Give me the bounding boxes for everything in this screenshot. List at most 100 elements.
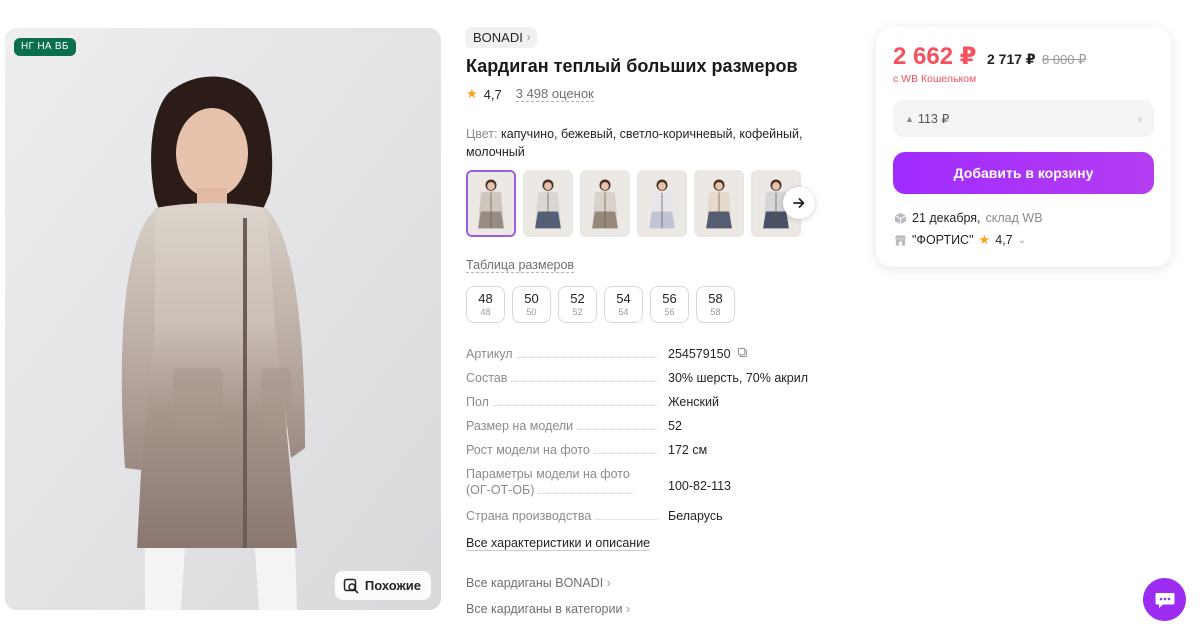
- price-card: 2 662 ₽ 2 717 ₽ 8 000 ₽ с WB Кошельком ▲…: [876, 27, 1171, 267]
- reviews-link[interactable]: 3 498 оценок: [515, 86, 594, 102]
- similar-button[interactable]: Похожие: [334, 571, 431, 600]
- thumbnails-next-button[interactable]: [783, 187, 815, 219]
- brand-name: BONADI: [473, 30, 523, 45]
- size-value: 48: [478, 290, 493, 306]
- dotted-leader: [577, 429, 658, 430]
- delivery-info: 21 декабря, склад WB: [894, 211, 1043, 225]
- color-thumbnail[interactable]: [523, 170, 573, 237]
- thumbnail-image: [696, 172, 742, 235]
- similar-label: Похожие: [364, 578, 421, 593]
- size-value: 58: [708, 290, 723, 306]
- color-thumbnail[interactable]: [637, 170, 687, 237]
- thumbnail-image: [468, 172, 514, 235]
- chat-button[interactable]: [1143, 578, 1186, 621]
- triangle-up-icon: ▲: [905, 113, 914, 124]
- spec-key: Состав: [466, 371, 508, 385]
- seller-info[interactable]: "ФОРТИС" ★ 4,7 ⌄: [894, 232, 1026, 248]
- search-image-icon: [343, 578, 359, 593]
- color-values: капучино, бежевый, светло-коричневый, ко…: [466, 127, 803, 159]
- size-option[interactable]: 54 54: [604, 286, 643, 323]
- size-ru-value: 50: [526, 306, 537, 317]
- price-old: 8 000 ₽: [1042, 52, 1087, 67]
- dotted-leader: [595, 519, 658, 520]
- thumbnail-image: [525, 172, 571, 235]
- wallet-note: с WB Кошельком: [893, 73, 977, 85]
- category-label: Все кардиганы в категории: [466, 602, 623, 616]
- size-option[interactable]: 48 48: [466, 286, 505, 323]
- box-icon: [894, 212, 907, 224]
- dotted-leader: [516, 357, 658, 358]
- copy-icon[interactable]: [737, 346, 748, 370]
- spec-row: Рост модели на фото 172 см: [466, 442, 826, 466]
- dotted-leader: [492, 405, 658, 406]
- spec-key: Страна производства: [466, 509, 592, 523]
- spec-value: 100-82-113: [668, 479, 732, 493]
- cashback-row[interactable]: ▲ 113 ₽ ›: [893, 100, 1154, 137]
- seller-rating: 4,7: [995, 233, 1013, 247]
- product-image: [5, 28, 441, 610]
- product-title: Кардиган теплый больших размеров: [466, 56, 798, 76]
- chevron-right-icon: ›: [606, 576, 611, 590]
- thumbnail-image: [582, 172, 628, 235]
- chat-icon: [1155, 592, 1174, 608]
- arrow-right-icon: [793, 198, 805, 208]
- spec-row: Артикул 254579150: [466, 346, 826, 370]
- spec-value: 30% шерсть, 70% акрил: [668, 371, 808, 385]
- category-link[interactable]: Все кардиганы в категории ›: [466, 602, 630, 616]
- size-ru-value: 58: [710, 306, 721, 317]
- size-value: 56: [662, 290, 677, 306]
- dotted-leader: [511, 381, 658, 382]
- spec-key: Артикул: [466, 347, 513, 361]
- color-info: Цвет: капучино, бежевый, светло-коричнев…: [466, 125, 816, 161]
- size-option[interactable]: 58 58: [696, 286, 735, 323]
- add-to-cart-button[interactable]: Добавить в корзину: [893, 152, 1154, 194]
- size-selector: 48 48 50 50 52 52 54 54 56 56 58 58: [466, 286, 735, 323]
- thumbnail-image: [639, 172, 685, 235]
- size-ru-value: 56: [664, 306, 675, 317]
- color-thumbnail[interactable]: [580, 170, 630, 237]
- spec-value: 254579150: [668, 347, 731, 361]
- spec-key: Рост модели на фото: [466, 443, 590, 457]
- chevron-right-icon: ›: [625, 602, 631, 616]
- size-table-link[interactable]: Таблица размеров: [466, 258, 575, 273]
- seller-name: "ФОРТИС": [912, 233, 974, 247]
- size-value: 54: [616, 290, 631, 306]
- chevron-right-icon: ›: [526, 31, 531, 44]
- dotted-leader: [538, 493, 634, 494]
- product-photo[interactable]: НГ НА ВБ Похожие: [5, 28, 441, 610]
- spec-row: Параметры модели на фото (ОГ-ОТ-ОБ) 100-8…: [466, 466, 826, 508]
- color-thumbnail[interactable]: [694, 170, 744, 237]
- spec-value: 52: [668, 419, 682, 433]
- size-value: 50: [524, 290, 539, 306]
- color-label: Цвет:: [466, 127, 498, 141]
- spec-list: Артикул 254579150 Состав 30% шерсть, 70% ак…: [466, 346, 826, 532]
- all-characteristics-link[interactable]: Все характеристики и описание: [466, 536, 651, 551]
- spec-value: 172 см: [668, 443, 708, 457]
- spec-key: Размер на модели: [466, 419, 574, 433]
- color-thumbnails: [466, 170, 801, 237]
- spec-row: Пол Женский: [466, 394, 826, 418]
- price-wallet: 2 662 ₽: [893, 43, 977, 70]
- rating-row: ★ 4,7 3 498 оценок: [466, 86, 594, 102]
- spec-value: Беларусь: [668, 509, 723, 523]
- size-ru-value: 54: [618, 306, 629, 317]
- rating-value: 4,7: [483, 86, 502, 102]
- cashback-value: 113 ₽: [917, 112, 950, 126]
- delivery-place: склад WB: [985, 211, 1043, 225]
- color-thumbnail[interactable]: [466, 170, 516, 237]
- spec-row: Страна производства Беларусь: [466, 508, 826, 532]
- size-ru-value: 52: [572, 306, 583, 317]
- size-option[interactable]: 50 50: [512, 286, 551, 323]
- size-option[interactable]: 52 52: [558, 286, 597, 323]
- spec-row: Состав 30% шерсть, 70% акрил: [466, 370, 826, 394]
- spec-value: Женский: [668, 395, 719, 409]
- size-ru-value: 48: [480, 306, 491, 317]
- star-icon: ★: [978, 232, 991, 247]
- size-option[interactable]: 56 56: [650, 286, 689, 323]
- spec-key: Параметры модели на фото (ОГ-ОТ-ОБ): [466, 467, 630, 497]
- shop-icon: [894, 234, 907, 246]
- brand-category-link[interactable]: Все кардиганы BONADI ›: [466, 576, 611, 590]
- brand-link[interactable]: BONADI ›: [465, 27, 537, 48]
- chevron-right-icon: ›: [1138, 111, 1142, 126]
- spec-key: Пол: [466, 395, 489, 409]
